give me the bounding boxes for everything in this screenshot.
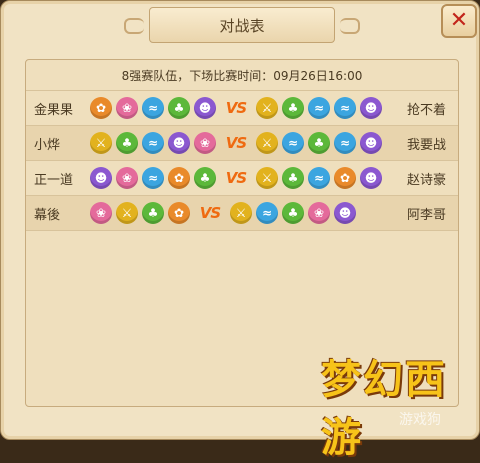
green-sect-icon: ♣ bbox=[194, 167, 216, 189]
green-sect-icon: ♣ bbox=[142, 202, 164, 224]
gold-sect-icon: ⚔ bbox=[230, 202, 252, 224]
right-sect-icons: ⚔ ♣ ≈ ✿ ☻ bbox=[256, 167, 382, 189]
game-logo: 梦幻西游 bbox=[321, 347, 479, 463]
right-sect-icons: ⚔ ≈ ♣ ≈ ☻ bbox=[256, 132, 382, 154]
gold-sect-icon: ⚔ bbox=[90, 132, 112, 154]
gold-sect-icon: ⚔ bbox=[256, 132, 278, 154]
team-right-name: 我要战 bbox=[406, 137, 446, 153]
close-button[interactable]: ✕ bbox=[441, 4, 477, 38]
pink-sect-icon: ❀ bbox=[90, 202, 112, 224]
vs-label: VS bbox=[225, 169, 247, 187]
pink-sect-icon: ❀ bbox=[194, 132, 216, 154]
gold-sect-icon: ⚔ bbox=[116, 202, 138, 224]
orange-sect-icon: ✿ bbox=[90, 97, 112, 119]
green-sect-icon: ♣ bbox=[168, 97, 190, 119]
team-right-name: 阿李哥 bbox=[406, 207, 446, 223]
green-sect-icon: ♣ bbox=[308, 132, 330, 154]
green-sect-icon: ♣ bbox=[282, 202, 304, 224]
match-table-window: 对战表 ✕ 8强赛队伍，下场比赛时间：09月26日16:00 金果果 ✿ ❀ ≈ ♣ ☻ V… bbox=[0, 0, 480, 461]
pink-sect-icon: ❀ bbox=[308, 202, 330, 224]
team-right-name: 抢不着 bbox=[406, 102, 446, 118]
team-left-name: 正一道 bbox=[34, 172, 74, 188]
blue-sect-icon: ≈ bbox=[282, 132, 304, 154]
blue-sect-icon: ≈ bbox=[308, 97, 330, 119]
left-sect-icons: ⚔ ♣ ≈ ☻ ❀ bbox=[90, 132, 216, 154]
purple-sect-icon: ☻ bbox=[194, 97, 216, 119]
left-sect-icons: ☻ ❀ ≈ ✿ ♣ bbox=[90, 167, 216, 189]
vs-label: VS bbox=[225, 134, 247, 152]
green-sect-icon: ♣ bbox=[116, 132, 138, 154]
pink-sect-icon: ❀ bbox=[116, 97, 138, 119]
vs-label: VS bbox=[199, 204, 221, 222]
match-schedule-header: 8强赛队伍，下场比赛时间：09月26日16:00 bbox=[26, 60, 458, 91]
match-rows: 金果果 ✿ ❀ ≈ ♣ ☻ VS ⚔ ♣ ≈ ≈ ☻ 抢不着 小烨 ⚔ ♣ ≈ ☻ ❀ VS ⚔ ≈ ♣ ≈ ☻ 我要战 正一道 ☻ ❀… bbox=[26, 91, 458, 231]
blue-sect-icon: ≈ bbox=[334, 97, 356, 119]
purple-sect-icon: ☻ bbox=[360, 97, 382, 119]
green-sect-icon: ♣ bbox=[282, 167, 304, 189]
vs-label: VS bbox=[225, 99, 247, 117]
close-icon: ✕ bbox=[449, 8, 469, 33]
window-title-tab: 对战表 bbox=[124, 7, 360, 43]
blue-sect-icon: ≈ bbox=[256, 202, 278, 224]
orange-sect-icon: ✿ bbox=[168, 202, 190, 224]
team-left-name: 小烨 bbox=[34, 137, 61, 153]
purple-sect-icon: ☻ bbox=[360, 167, 382, 189]
purple-sect-icon: ☻ bbox=[168, 132, 190, 154]
team-right-name: 赵诗豪 bbox=[406, 172, 446, 188]
blue-sect-icon: ≈ bbox=[142, 132, 164, 154]
team-left-name: 幕後 bbox=[34, 207, 61, 223]
left-sect-icons: ✿ ❀ ≈ ♣ ☻ bbox=[90, 97, 216, 119]
purple-sect-icon: ☻ bbox=[90, 167, 112, 189]
match-row: 小烨 ⚔ ♣ ≈ ☻ ❀ VS ⚔ ≈ ♣ ≈ ☻ 我要战 bbox=[26, 126, 458, 161]
orange-sect-icon: ✿ bbox=[334, 167, 356, 189]
match-row: 幕後 ❀ ⚔ ♣ ✿ VS ⚔ ≈ ♣ ❀ ☻ 阿李哥 bbox=[26, 196, 458, 231]
orange-sect-icon: ✿ bbox=[168, 167, 190, 189]
window-title: 对战表 bbox=[219, 16, 265, 35]
blue-sect-icon: ≈ bbox=[142, 167, 164, 189]
purple-sect-icon: ☻ bbox=[360, 132, 382, 154]
team-left-name: 金果果 bbox=[34, 102, 74, 118]
left-sect-icons: ❀ ⚔ ♣ ✿ bbox=[90, 202, 190, 224]
blue-sect-icon: ≈ bbox=[308, 167, 330, 189]
match-row: 正一道 ☻ ❀ ≈ ✿ ♣ VS ⚔ ♣ ≈ ✿ ☻ 赵诗豪 bbox=[26, 161, 458, 196]
purple-sect-icon: ☻ bbox=[334, 202, 356, 224]
watermark: 游戏狗 bbox=[399, 412, 441, 428]
gold-sect-icon: ⚔ bbox=[256, 97, 278, 119]
right-sect-icons: ⚔ ♣ ≈ ≈ ☻ bbox=[256, 97, 382, 119]
blue-sect-icon: ≈ bbox=[142, 97, 164, 119]
right-sect-icons: ⚔ ≈ ♣ ❀ ☻ bbox=[230, 202, 356, 224]
blue-sect-icon: ≈ bbox=[334, 132, 356, 154]
pink-sect-icon: ❀ bbox=[116, 167, 138, 189]
green-sect-icon: ♣ bbox=[282, 97, 304, 119]
match-row: 金果果 ✿ ❀ ≈ ♣ ☻ VS ⚔ ♣ ≈ ≈ ☻ 抢不着 bbox=[26, 91, 458, 126]
gold-sect-icon: ⚔ bbox=[256, 167, 278, 189]
